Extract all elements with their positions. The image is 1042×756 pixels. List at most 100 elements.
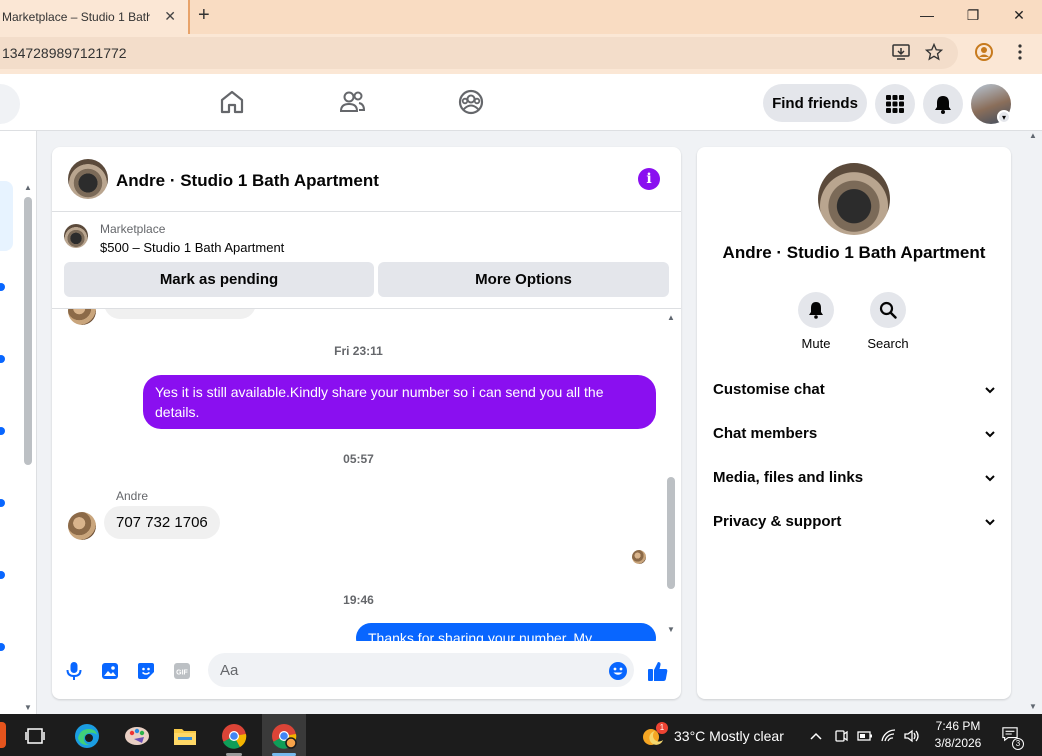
unread-dot (0, 283, 5, 291)
tab-title: Marketplace – Studio 1 Bath (2, 10, 150, 24)
photo-icon[interactable] (99, 660, 121, 682)
message-timestamp: Fri 23:11 (334, 344, 383, 358)
marketplace-label: Marketplace (100, 222, 166, 236)
outgoing-message[interactable]: Yes it is still available.Kindly share y… (143, 375, 656, 429)
find-friends-button[interactable]: Find friends (763, 84, 867, 122)
svg-text:GIF: GIF (176, 670, 188, 677)
maximize-button[interactable]: ❐ (950, 0, 996, 30)
conversation-avatar[interactable] (818, 163, 890, 235)
friends-icon[interactable] (338, 88, 366, 116)
section-label: Chat members (713, 424, 818, 442)
search-action[interactable]: Search (858, 292, 918, 351)
message-input[interactable] (208, 653, 634, 687)
scroll-down-arrow-icon[interactable]: ▼ (24, 703, 32, 712)
seen-receipt-avatar (632, 550, 646, 564)
browser-tab-bar: Marketplace – Studio 1 Bath ✕ + — ❐ ✕ (0, 0, 1042, 34)
microphone-icon[interactable] (63, 660, 85, 682)
meet-now-icon[interactable] (833, 728, 849, 744)
url-box[interactable]: 1347289897121772 (0, 37, 958, 69)
browser-menu-icon[interactable] (1010, 42, 1030, 62)
chevron-down-icon (985, 469, 995, 486)
sender-name: Andre (116, 489, 149, 503)
paint-app-icon[interactable] (123, 722, 151, 750)
media-files-links-row[interactable]: Media, files and links (713, 457, 995, 497)
account-chevron-down-icon[interactable]: ▾ (997, 110, 1011, 124)
unread-dot (0, 643, 5, 651)
system-clock[interactable]: 7:46 PM 3/8/2026 (928, 718, 988, 752)
tab-separator (188, 0, 190, 34)
emoji-icon[interactable] (607, 660, 629, 682)
mute-action[interactable]: Mute (786, 292, 846, 351)
privacy-support-row[interactable]: Privacy & support (713, 501, 995, 541)
chevron-up-icon[interactable] (808, 728, 824, 744)
chat-list-scrollbar[interactable] (24, 197, 32, 465)
notifications-bell-icon[interactable] (923, 84, 963, 124)
sender-avatar[interactable] (68, 309, 96, 325)
chrome-browser-icon[interactable] (220, 722, 248, 750)
url-text[interactable]: 1347289897121772 (0, 45, 127, 61)
listing-thumbnail[interactable] (64, 224, 88, 248)
section-label: Privacy & support (713, 512, 842, 530)
minimize-button[interactable]: — (904, 0, 950, 30)
start-app-icon[interactable] (0, 722, 6, 748)
chat-members-row[interactable]: Chat members (713, 413, 995, 453)
volume-icon[interactable] (904, 728, 920, 744)
page-scroll-up-icon[interactable]: ▲ (1029, 131, 1037, 140)
chevron-down-icon (985, 425, 995, 442)
unread-dot (0, 427, 5, 435)
outgoing-message[interactable]: Thanks for sharing your number. My (356, 623, 656, 641)
more-options-button[interactable]: More Options (378, 262, 669, 297)
menu-grid-icon[interactable] (875, 84, 915, 124)
incoming-message[interactable]: 707 732 1706 (104, 506, 220, 539)
listing-title[interactable]: $500 – Studio 1 Bath Apartment (100, 240, 284, 255)
install-app-icon[interactable] (891, 42, 911, 62)
mark-as-pending-button[interactable]: Mark as pending (64, 262, 374, 297)
search-icon[interactable] (870, 292, 906, 328)
sender-avatar[interactable] (68, 512, 96, 540)
marketplace-listing-banner: Marketplace $500 – Studio 1 Bath Apartme… (52, 212, 681, 309)
weather-alert-badge: 1 (656, 722, 668, 734)
address-bar-row: 1347289897121772 (0, 34, 1042, 74)
facebook-top-nav: Find friends ▾ (0, 74, 1042, 131)
scroll-down-arrow-icon[interactable]: ▼ (667, 625, 675, 634)
battery-icon[interactable] (857, 728, 873, 744)
scroll-up-arrow-icon[interactable]: ▲ (667, 313, 675, 322)
chat-title[interactable]: Andre · Studio 1 Bath Apartment (116, 171, 379, 191)
unread-dot (0, 355, 5, 363)
task-view-icon[interactable] (21, 722, 49, 750)
incoming-message[interactable]: Is this still available? (104, 309, 256, 319)
close-window-button[interactable]: ✕ (996, 0, 1042, 30)
info-icon[interactable]: i (638, 168, 660, 190)
conversation-info-panel: Andre · Studio 1 Bath Apartment Mute Sea… (697, 147, 1011, 699)
browser-profile-icon[interactable] (974, 42, 994, 62)
gif-icon[interactable]: GIF (171, 660, 193, 682)
groups-icon[interactable] (457, 88, 485, 116)
browser-tab[interactable]: Marketplace – Studio 1 Bath ✕ (0, 0, 188, 34)
chrome-profile-browser-icon[interactable] (270, 722, 298, 750)
clock-date: 3/8/2026 (934, 736, 982, 750)
chat-header: Andre · Studio 1 Bath Apartment i (52, 147, 681, 212)
page-scroll-down-icon[interactable]: ▼ (1029, 702, 1037, 711)
chat-avatar[interactable] (68, 159, 108, 199)
weather-text[interactable]: 33°C Mostly clear (674, 728, 784, 744)
section-label: Customise chat (713, 380, 825, 398)
sticker-icon[interactable] (135, 660, 157, 682)
customise-chat-row[interactable]: Customise chat (713, 369, 995, 409)
bell-icon[interactable] (798, 292, 834, 328)
chevron-down-icon (985, 513, 995, 530)
unread-dot (0, 499, 5, 507)
message-timestamp: 19:46 (343, 593, 374, 607)
search-pill[interactable] (0, 84, 20, 124)
thumbs-up-icon[interactable] (647, 660, 669, 682)
new-tab-button[interactable]: + (198, 4, 210, 27)
home-icon[interactable] (218, 88, 246, 116)
scroll-up-arrow-icon[interactable]: ▲ (24, 183, 32, 192)
selected-chat-highlight[interactable] (0, 181, 13, 251)
bookmark-star-icon[interactable] (924, 42, 944, 62)
file-explorer-icon[interactable] (171, 722, 199, 750)
message-scrollbar[interactable] (667, 477, 675, 589)
wifi-icon[interactable] (881, 728, 897, 744)
edge-browser-icon[interactable] (73, 722, 101, 750)
conversation-name: Andre · Studio 1 Bath Apartment (722, 243, 986, 262)
tab-close-icon[interactable]: ✕ (164, 8, 176, 25)
